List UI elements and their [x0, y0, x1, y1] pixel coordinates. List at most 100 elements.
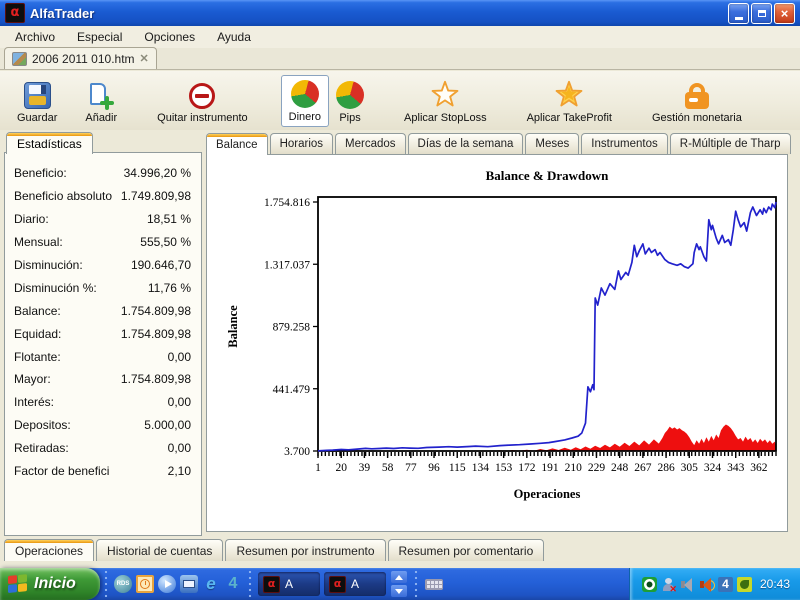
tab-horarios-label: Horarios — [280, 138, 323, 150]
stat-row: Depositos:5.000,00 — [14, 414, 191, 437]
tray-volume-icon[interactable] — [699, 577, 714, 592]
y-tick-label: 441.479 — [273, 384, 311, 396]
tray-four-icon[interactable]: 4 — [718, 577, 733, 592]
anadir-button[interactable]: Añadir — [78, 75, 124, 127]
menu-especial[interactable]: Especial — [66, 28, 133, 46]
stat-row: Diario:18,51 % — [14, 208, 191, 231]
x-tick-label: 324 — [704, 462, 722, 474]
tab-operaciones[interactable]: Operaciones — [4, 539, 94, 561]
x-tick-label: 248 — [611, 462, 629, 474]
pips-toggle-button[interactable]: Pips — [329, 75, 371, 127]
quicklaunch-mail-icon[interactable] — [180, 575, 198, 593]
tab-resumen-por-comentario[interactable]: Resumen por comentario — [388, 539, 545, 561]
menu-opciones[interactable]: Opciones — [133, 28, 206, 46]
taskbar-window-button-2[interactable]: α A — [324, 572, 386, 596]
scroll-down-button[interactable] — [391, 585, 407, 597]
stat-value: 34.996,20 % — [124, 166, 191, 180]
tab-balance[interactable]: Balance — [206, 133, 268, 155]
windows-flag-icon — [8, 574, 28, 594]
document-tab-label: 2006 2011 010.htm — [32, 52, 135, 66]
lock-icon — [685, 92, 709, 109]
tab-mercados[interactable]: Mercados — [335, 133, 406, 154]
quicklaunch-clock-icon[interactable] — [136, 575, 154, 593]
x-tick-label: 267 — [634, 462, 652, 474]
chart-panel: Balance & DrawdownOperacionesBalance3.70… — [206, 154, 788, 532]
tray-messenger-offline-icon[interactable] — [661, 577, 676, 592]
task-button-label: A — [285, 577, 293, 591]
statistics-panel: Beneficio:34.996,20 %Beneficio absoluto1… — [4, 152, 202, 536]
tab-historial-de-cuentas[interactable]: Historial de cuentas — [96, 539, 223, 561]
quitar-instrumento-button[interactable]: Quitar instrumento — [150, 75, 254, 127]
toolbar: Guardar Añadir Quitar instrumento Dinero… — [0, 71, 800, 130]
money-pie-icon — [291, 80, 319, 108]
tab-resumen-por-instrumento[interactable]: Resumen por instrumento — [225, 539, 385, 561]
menu-ayuda[interactable]: Ayuda — [206, 28, 262, 46]
quicklaunch-mediaplayer-icon[interactable] — [158, 575, 176, 593]
stat-row: Disminución:190.646,70 — [14, 254, 191, 277]
takeprofit-label: Aplicar TakeProfit — [527, 112, 612, 124]
stat-value: 1.754.809,98 — [121, 327, 191, 341]
dinero-toggle-button[interactable]: Dinero — [281, 75, 329, 127]
stat-value: 0,00 — [168, 395, 191, 409]
dinero-label: Dinero — [289, 111, 321, 123]
x-tick-label: 20 — [335, 462, 347, 474]
gestion-label: Gestión monetaria — [652, 112, 742, 124]
quicklaunch-rds-icon[interactable]: RDS — [114, 575, 132, 593]
stat-row: Flotante: 0,00 — [14, 345, 191, 368]
x-tick-label: 343 — [727, 462, 745, 474]
tab-close-icon[interactable]: ✕ — [140, 52, 149, 65]
guardar-button[interactable]: Guardar — [10, 75, 64, 127]
tab-tharp-label: R-Múltiple de Tharp — [680, 138, 781, 150]
stat-value: 0,00 — [168, 350, 191, 364]
taskbar: Inicio RDS e 4 α A α A 4 20:43 — [0, 568, 800, 600]
scroll-up-button[interactable] — [391, 571, 407, 583]
pips-pie-icon — [336, 81, 364, 109]
tab-historial-label: Historial de cuentas — [107, 544, 212, 558]
tab-dias-label: Días de la semana — [418, 138, 514, 150]
menu-archivo[interactable]: Archivo — [4, 28, 66, 46]
gestion-monetaria-button[interactable]: Gestión monetaria — [645, 75, 749, 127]
tab-instrumentos[interactable]: Instrumentos — [581, 133, 667, 154]
restore-button[interactable] — [751, 3, 772, 24]
taskbar-divider — [103, 571, 109, 597]
stat-row: Mensual:555,50 % — [14, 231, 191, 254]
bottom-tab-strip: Operaciones Historial de cuentas Resumen… — [4, 539, 544, 561]
aplicar-takeprofit-button[interactable]: Aplicar TakeProfit — [520, 75, 619, 127]
minimize-button[interactable] — [728, 3, 749, 24]
x-tick-label: 210 — [565, 462, 583, 474]
y-tick-label: 879.258 — [273, 322, 311, 334]
document-tab[interactable]: 2006 2011 010.htm ✕ — [4, 47, 157, 69]
stat-row: Retiradas:0,00 — [14, 437, 191, 460]
star-filled-icon — [554, 79, 584, 109]
aplicar-stoploss-button[interactable]: Aplicar StopLoss — [397, 75, 494, 127]
start-button[interactable]: Inicio — [0, 568, 100, 600]
y-tick-label: 1.317.037 — [264, 259, 310, 271]
stat-row: Beneficio:34.996,20 % — [14, 162, 191, 185]
stat-row: Equidad:1.754.809,98 — [14, 322, 191, 345]
tab-meses[interactable]: Meses — [525, 133, 579, 154]
quicklaunch-four-icon[interactable]: 4 — [224, 575, 242, 593]
quicklaunch-internet-explorer-icon[interactable]: e — [202, 575, 220, 593]
stat-value: 5.000,00 — [144, 418, 191, 432]
stat-label: Flotante: — [14, 350, 61, 364]
remove-icon — [189, 83, 215, 109]
stat-row: Disminución %:11,76 % — [14, 276, 191, 299]
close-button[interactable]: × — [774, 3, 795, 24]
keyboard-layout-icon[interactable] — [425, 579, 443, 590]
tab-estadisticas[interactable]: Estadísticas — [6, 132, 93, 154]
tab-dias-de-la-semana[interactable]: Días de la semana — [408, 133, 524, 154]
stat-label: Disminución %: — [14, 281, 97, 295]
taskbar-window-button-1[interactable]: α A — [258, 572, 320, 596]
tab-horarios[interactable]: Horarios — [270, 133, 333, 154]
tray-volume-muted-icon[interactable] — [680, 577, 695, 592]
minimize-icon — [735, 17, 743, 20]
tray-graphics-icon[interactable] — [737, 577, 752, 592]
stat-value: 555,50 % — [140, 235, 191, 249]
balance-line — [318, 202, 776, 451]
tray-antivirus-icon[interactable] — [642, 577, 657, 592]
x-tick-label: 153 — [495, 462, 513, 474]
x-tick-label: 172 — [518, 462, 536, 474]
stat-label: Factor de benefici — [14, 464, 109, 478]
x-tick-label: 58 — [382, 462, 394, 474]
tab-r-multiple-de-tharp[interactable]: R-Múltiple de Tharp — [670, 133, 791, 154]
